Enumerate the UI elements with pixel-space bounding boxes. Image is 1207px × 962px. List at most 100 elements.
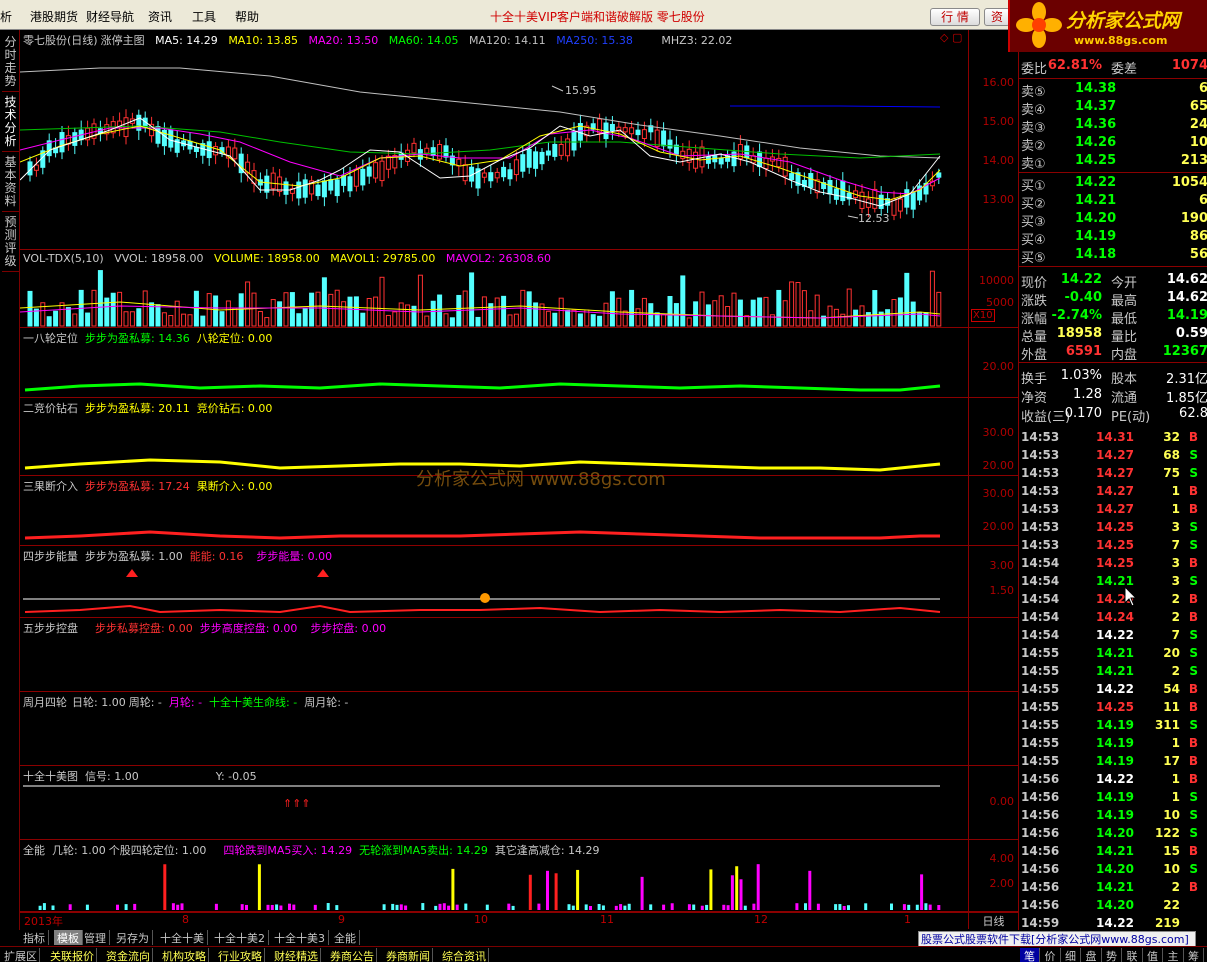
quote-subtab[interactable]: 势 bbox=[1102, 948, 1122, 962]
marker-dot-icon bbox=[480, 593, 490, 603]
price-panel[interactable]: 零七股份(日线) 涨停主图 MA5: 14.29 MA10: 13.85 MA20… bbox=[20, 30, 968, 250]
volume-chart bbox=[20, 270, 942, 327]
trade-row: 14:53 14.25 7 S bbox=[1021, 538, 1198, 552]
tab-fundamentals[interactable]: 基本资料 bbox=[2, 156, 19, 212]
watermark-text: 分析家公式网 www.88gs.com bbox=[416, 469, 666, 490]
trade-row: 14:56 14.21 15 B bbox=[1021, 844, 1198, 858]
indicator-tab[interactable]: 管理 bbox=[81, 930, 110, 945]
buy-level-row[interactable]: 买④ 14.19 86 bbox=[1019, 229, 1207, 248]
indicator-tab-bar: 指标 模板 管理 另存为 十全十美 十全十美2 十全十美3 全能 bbox=[20, 929, 918, 946]
sell-level-row[interactable]: 卖④ 14.37 65 bbox=[1019, 99, 1207, 118]
tab-intraday[interactable]: 分时走势 bbox=[2, 36, 19, 92]
extension-tab-bar: 扩展区 关联报价 资金流向 机构攻略 行业攻略 财经精选 券商公告 券商新闻 综合资讯 笔价细盘势… bbox=[0, 946, 1207, 962]
trade-row: 14:53 14.27 1 B bbox=[1021, 502, 1198, 516]
volume-axis: 10000 5000 X10 bbox=[968, 250, 1018, 328]
indicator-tab[interactable]: 另存为 bbox=[113, 930, 153, 945]
indicator-tab[interactable]: 十全十美2 bbox=[211, 930, 269, 945]
indicator-tab[interactable]: 十全十美3 bbox=[271, 930, 329, 945]
quote-subtab[interactable]: 细 bbox=[1061, 948, 1081, 962]
stat-row: 现价 14.22 今开 14.62 bbox=[1021, 272, 1207, 291]
indicator-tab[interactable]: 模板 bbox=[54, 930, 83, 945]
quote-subtab[interactable]: 主 bbox=[1164, 948, 1184, 962]
quote-subtab[interactable]: 盘 bbox=[1082, 948, 1102, 962]
mouse-cursor-icon bbox=[1124, 586, 1138, 607]
quote-subtab[interactable]: 筹 bbox=[1184, 948, 1204, 962]
extension-tab[interactable]: 券商公告 bbox=[328, 948, 377, 962]
menu-item-finance-nav[interactable]: 财经导航 bbox=[86, 8, 134, 25]
trade-row: 14:55 14.19 17 B bbox=[1021, 754, 1198, 768]
quote-subtab[interactable]: 值 bbox=[1143, 948, 1163, 962]
tab-forecast[interactable]: 预测评级 bbox=[2, 216, 19, 272]
trade-row: 14:53 14.27 68 S bbox=[1021, 448, 1198, 462]
extension-tab[interactable]: 行业攻略 bbox=[216, 948, 265, 962]
signal-arrows-icon: ⇑⇑⇑ bbox=[283, 797, 311, 810]
up-arrow-icon bbox=[317, 569, 329, 577]
stat-row: 涨跌 -0.40 最高 14.62 bbox=[1021, 290, 1207, 309]
quote-subtab[interactable]: 价 bbox=[1041, 948, 1061, 962]
extension-tab[interactable]: 券商新闻 bbox=[384, 948, 433, 962]
buy-level-row[interactable]: 买① 14.22 1054 bbox=[1019, 175, 1207, 194]
sell-level-row[interactable]: 卖① 14.25 213 bbox=[1019, 153, 1207, 172]
trade-row: 14:53 14.25 3 S bbox=[1021, 520, 1198, 534]
buy-level-row[interactable]: 买③ 14.20 190 bbox=[1019, 211, 1207, 230]
menu-item-news[interactable]: 资讯 bbox=[148, 8, 172, 25]
menu-item-help[interactable]: 帮助 bbox=[235, 8, 259, 25]
indicator-panel-4[interactable]: 四步步能量 步步为盈私募: 1.00 能能: 0.16 步步能量: 0.00 bbox=[20, 546, 968, 618]
indicator-tab[interactable]: 全能 bbox=[331, 930, 360, 945]
extension-tab[interactable]: 关联报价 bbox=[48, 948, 97, 962]
date-axis: 2013年 8 9 10 11 12 1 bbox=[20, 912, 968, 929]
site-logo: 分析家公式网 www.88gs.com bbox=[1008, 0, 1207, 52]
trade-ticks-list[interactable]: 14:53 14.31 32 B 14:53 14.27 68 S 14:53 14.27 75 S 1… bbox=[1018, 430, 1207, 930]
logo-text: 分析家公式网 bbox=[1066, 10, 1181, 32]
extension-tab[interactable]: 综合资讯 bbox=[440, 948, 489, 962]
indicator-panel-7[interactable]: 十全十美图 信号: 1.00 Y: -0.05 ⇑⇑⇑ bbox=[20, 766, 968, 840]
trade-row: 14:55 14.19 311 S bbox=[1021, 718, 1198, 732]
indicator-1-chart bbox=[24, 382, 941, 392]
price-tick-14: 14.00 bbox=[982, 154, 1015, 167]
trade-row: 14:53 14.27 75 S bbox=[1021, 466, 1198, 480]
left-tab-bar: 分时走势 技术分析 基本资料 预测评级 bbox=[0, 30, 20, 930]
buy-level-row[interactable]: 买⑤ 14.18 56 bbox=[1019, 247, 1207, 266]
indicator-panel-6[interactable]: 周月四轮 日轮: 1.00 周轮: - 月轮: - 十全十美生命线: - 周月轮: - bbox=[20, 692, 968, 766]
extension-tab[interactable]: 资金流向 bbox=[104, 948, 153, 962]
volume-unit: X10 bbox=[971, 309, 995, 322]
indicator-panel-5[interactable]: 五步步控盘 步步私募控盘: 0.00 步步高度控盘: 0.00 步步控盘: 0.00 bbox=[20, 618, 968, 692]
extension-tab[interactable]: 扩展区 bbox=[2, 948, 40, 962]
indicator-panel-1[interactable]: 一八轮定位 步步为盈私募: 14.36 八轮定位: 0.00 bbox=[20, 328, 968, 398]
indicator-tab[interactable]: 十全十美 bbox=[157, 930, 208, 945]
quote-panel: 委比 62.81% 委差 1074 卖⑤ 14.38 6 卖④ 14.37 65 卖③ 14.36… bbox=[1018, 52, 1207, 432]
volume-panel[interactable]: VOL-TDX(5,10) VVOL: 18958.00 VOLUME: 189… bbox=[20, 250, 968, 328]
trade-row: 14:55 14.21 20 S bbox=[1021, 646, 1198, 660]
price-tick-15: 15.00 bbox=[982, 115, 1015, 128]
menu-item-tools[interactable]: 工具 bbox=[192, 8, 216, 25]
sell-level-row[interactable]: 卖③ 14.36 24 bbox=[1019, 117, 1207, 136]
menu-item-analysis[interactable]: 析 bbox=[0, 8, 12, 25]
sell-level-row[interactable]: 卖② 14.26 10 bbox=[1019, 135, 1207, 154]
trade-row: 14:56 14.19 10 S bbox=[1021, 808, 1198, 822]
buy-level-row[interactable]: 买② 14.21 6 bbox=[1019, 193, 1207, 212]
indicator-8-chart bbox=[38, 864, 941, 910]
low-marker: 12.53 bbox=[858, 212, 890, 225]
quote-subtab[interactable]: 笔 bbox=[1020, 948, 1040, 962]
indicator-panel-8[interactable]: 全能 几轮: 1.00 个股四轮定位: 1.00 四轮跌到MA5买入: 14.29 无轮… bbox=[20, 840, 968, 912]
info-button[interactable]: 资 bbox=[984, 8, 1010, 26]
quote-subtab[interactable]: 联 bbox=[1123, 948, 1143, 962]
extension-tab[interactable]: 机构攻略 bbox=[160, 948, 209, 962]
extension-tab[interactable]: 财经精选 bbox=[272, 948, 321, 962]
trade-row: 14:56 14.20 10 S bbox=[1021, 862, 1198, 876]
tab-technical[interactable]: 技术分析 bbox=[2, 96, 19, 152]
stat-row: 外盘 6591 内盘 12367 bbox=[1021, 344, 1207, 363]
menu-item-hk-futures[interactable]: 港股期货 bbox=[30, 8, 78, 25]
stat-row: 涨幅 -2.74% 最低 14.19 bbox=[1021, 308, 1207, 327]
weibi-row: 委比 62.81% 委差 1074 bbox=[1021, 58, 1207, 77]
candlestick-chart: 15.95 12.53 bbox=[20, 67, 942, 225]
quote-button[interactable]: 行 情 bbox=[930, 8, 980, 26]
indicator-7-chart: ⇑⇑⇑ bbox=[23, 785, 940, 810]
sell-level-row[interactable]: 卖⑤ 14.38 6 bbox=[1019, 81, 1207, 100]
finance-row: 净资 1.28 流通 1.85亿 bbox=[1021, 387, 1207, 406]
trade-row: 14:54 14.22 7 S bbox=[1021, 628, 1198, 642]
price-tick-16: 16.00 bbox=[982, 76, 1015, 89]
indicator-tab[interactable]: 指标 bbox=[20, 930, 49, 945]
period-label[interactable]: 日线 bbox=[968, 912, 1018, 929]
price-axis: 16.00 15.00 14.00 13.00 bbox=[968, 30, 1018, 250]
